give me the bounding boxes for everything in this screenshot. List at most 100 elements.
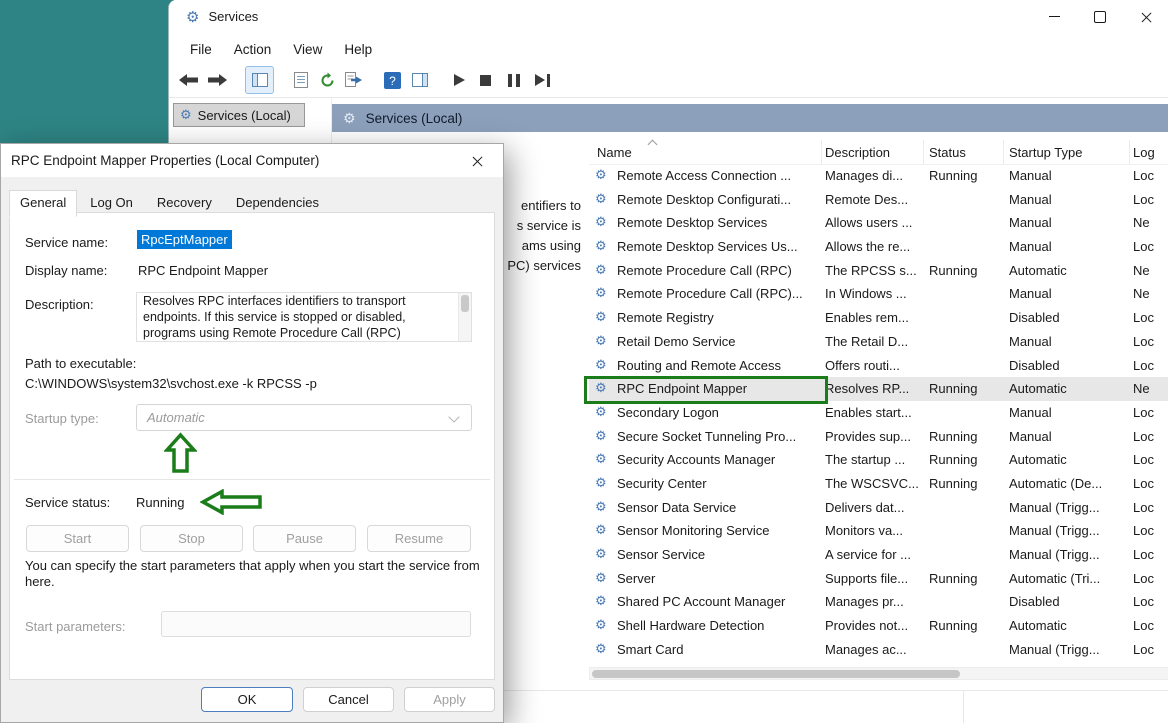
description-scrollbar-thumb[interactable] xyxy=(461,295,469,312)
service-row[interactable]: Sensor Data Service Delivers dat... Manu… xyxy=(589,496,1168,520)
display-name-value: RPC Endpoint Mapper xyxy=(138,263,268,278)
column-header-log-on-as[interactable]: Log xyxy=(1133,145,1155,160)
screen: Services FileActionViewHelp xyxy=(0,0,1168,723)
action-pane-icon xyxy=(412,73,428,87)
service-row[interactable]: Remote Desktop Services Allows users ...… xyxy=(589,211,1168,235)
service-startup-cell: Manual (Trigg... xyxy=(1009,500,1127,515)
minimize-button[interactable] xyxy=(1031,0,1077,33)
service-startup-cell: Manual (Trigg... xyxy=(1009,547,1127,562)
start-service-button[interactable] xyxy=(454,74,465,86)
description-box[interactable]: Resolves RPC interfaces identifiers to t… xyxy=(136,292,472,342)
menu-item[interactable]: View xyxy=(282,39,333,60)
service-name-cell: Secure Socket Tunneling Pro... xyxy=(617,429,817,444)
startup-type-dropdown[interactable]: Automatic xyxy=(136,404,472,431)
service-status-cell: Running xyxy=(929,618,1003,633)
service-row[interactable]: Smart Card Manages ac... Manual (Trigg..… xyxy=(589,638,1168,662)
tree-item-services-local[interactable]: Services (Local) xyxy=(173,103,305,127)
menu-item[interactable]: File xyxy=(179,39,223,60)
maximize-button[interactable] xyxy=(1077,0,1123,33)
help-button[interactable]: ? xyxy=(384,72,401,89)
service-row[interactable]: Remote Access Connection ... Manages di.… xyxy=(589,164,1168,188)
forward-button[interactable] xyxy=(207,72,227,88)
dialog-tab[interactable]: Recovery xyxy=(146,190,223,216)
restart-service-button[interactable] xyxy=(535,74,550,87)
service-gear-icon xyxy=(595,238,607,254)
maximize-icon xyxy=(1094,11,1106,23)
service-name-cell: Security Accounts Manager xyxy=(617,452,817,467)
list-header: Name Description Status Startup Type Log xyxy=(589,140,1168,165)
services-gear-icon xyxy=(180,107,192,123)
dialog-close-button[interactable] xyxy=(457,144,497,177)
pause-service-button[interactable] xyxy=(508,74,520,87)
menu-item[interactable]: Action xyxy=(223,39,283,60)
service-gear-icon xyxy=(595,499,607,515)
ok-button[interactable]: OK xyxy=(201,687,293,712)
apply-button[interactable]: Apply xyxy=(404,687,495,712)
service-gear-icon xyxy=(595,641,607,657)
service-logon-cell: Loc xyxy=(1133,594,1167,609)
service-startup-cell: Manual xyxy=(1009,429,1127,444)
service-row[interactable]: Shared PC Account Manager Manages pr... … xyxy=(589,590,1168,614)
service-row[interactable]: Routing and Remote Access Offers routi..… xyxy=(589,354,1168,378)
stop-service-button[interactable] xyxy=(480,75,491,86)
service-row[interactable]: Remote Procedure Call (RPC) The RPCSS s.… xyxy=(589,259,1168,283)
dialog-tab[interactable]: General xyxy=(9,190,77,217)
menu-item[interactable]: Help xyxy=(333,39,383,60)
service-row[interactable]: Security Center The WSCSVC... Running Au… xyxy=(589,472,1168,496)
stop-button[interactable]: Stop xyxy=(140,525,243,552)
close-button[interactable] xyxy=(1123,0,1168,33)
service-row[interactable]: Secure Socket Tunneling Pro... Provides … xyxy=(589,425,1168,449)
dialog-tab[interactable]: Dependencies xyxy=(225,190,330,216)
service-startup-cell: Automatic (De... xyxy=(1009,476,1127,491)
service-row[interactable]: Remote Registry Enables rem... Disabled … xyxy=(589,306,1168,330)
service-row[interactable]: Remote Desktop Configurati... Remote Des… xyxy=(589,188,1168,212)
service-row[interactable]: Sensor Service A service for ... Manual … xyxy=(589,543,1168,567)
show-console-tree-button[interactable] xyxy=(245,66,274,94)
service-row[interactable]: Remote Desktop Services Us... Allows the… xyxy=(589,235,1168,259)
service-row[interactable]: Sensor Monitoring Service Monitors va...… xyxy=(589,519,1168,543)
service-row[interactable]: Remote Procedure Call (RPC)... In Window… xyxy=(589,282,1168,306)
service-row[interactable]: Secondary Logon Enables start... Manual … xyxy=(589,401,1168,425)
refresh-button[interactable] xyxy=(319,72,336,89)
service-row[interactable]: Security Accounts Manager The startup ..… xyxy=(589,448,1168,472)
service-name-label: Service name: xyxy=(25,235,108,250)
horizontal-scrollbar[interactable] xyxy=(589,667,1168,680)
description-label: Description: xyxy=(25,297,94,312)
service-row[interactable]: Server Supports file... Running Automati… xyxy=(589,567,1168,591)
service-gear-icon xyxy=(595,546,607,562)
forward-icon xyxy=(207,72,227,88)
dialog-tab[interactable]: Log On xyxy=(79,190,144,216)
service-description-cell: The WSCSVC... xyxy=(825,476,923,491)
service-description-cell: Manages di... xyxy=(825,168,923,183)
service-status-cell: Running xyxy=(929,381,1003,396)
description-scrollbar[interactable] xyxy=(458,293,471,341)
service-startup-cell: Automatic (Tri... xyxy=(1009,571,1127,586)
properties-button[interactable] xyxy=(294,72,308,88)
service-gear-icon xyxy=(595,570,607,586)
back-button[interactable] xyxy=(179,72,199,88)
service-startup-cell: Manual xyxy=(1009,168,1127,183)
start-parameters-input[interactable] xyxy=(161,611,471,637)
column-header-startup-type[interactable]: Startup Type xyxy=(1009,145,1082,160)
help-icon: ? xyxy=(384,72,401,89)
resume-button[interactable]: Resume xyxy=(367,525,471,552)
horizontal-scrollbar-thumb[interactable] xyxy=(592,670,960,678)
show-action-pane-button[interactable] xyxy=(412,73,428,87)
service-status-cell: Running xyxy=(929,263,1003,278)
pause-button[interactable]: Pause xyxy=(253,525,356,552)
service-name-cell: Security Center xyxy=(617,476,817,491)
start-button[interactable]: Start xyxy=(26,525,129,552)
service-gear-icon xyxy=(595,357,607,373)
service-row[interactable]: Shell Hardware Detection Provides not...… xyxy=(589,614,1168,638)
column-header-status[interactable]: Status xyxy=(929,145,966,160)
cancel-button[interactable]: Cancel xyxy=(303,687,394,712)
pane-header: Services (Local) xyxy=(332,104,1168,132)
display-name-label: Display name: xyxy=(25,263,107,278)
service-row[interactable]: Retail Demo Service The Retail D... Manu… xyxy=(589,330,1168,354)
column-header-description[interactable]: Description xyxy=(825,145,890,160)
service-description-cell: Manages ac... xyxy=(825,642,923,657)
export-list-button[interactable] xyxy=(345,72,363,88)
column-divider xyxy=(821,140,822,164)
column-header-name[interactable]: Name xyxy=(597,145,632,160)
pause-service-icon xyxy=(508,74,520,87)
